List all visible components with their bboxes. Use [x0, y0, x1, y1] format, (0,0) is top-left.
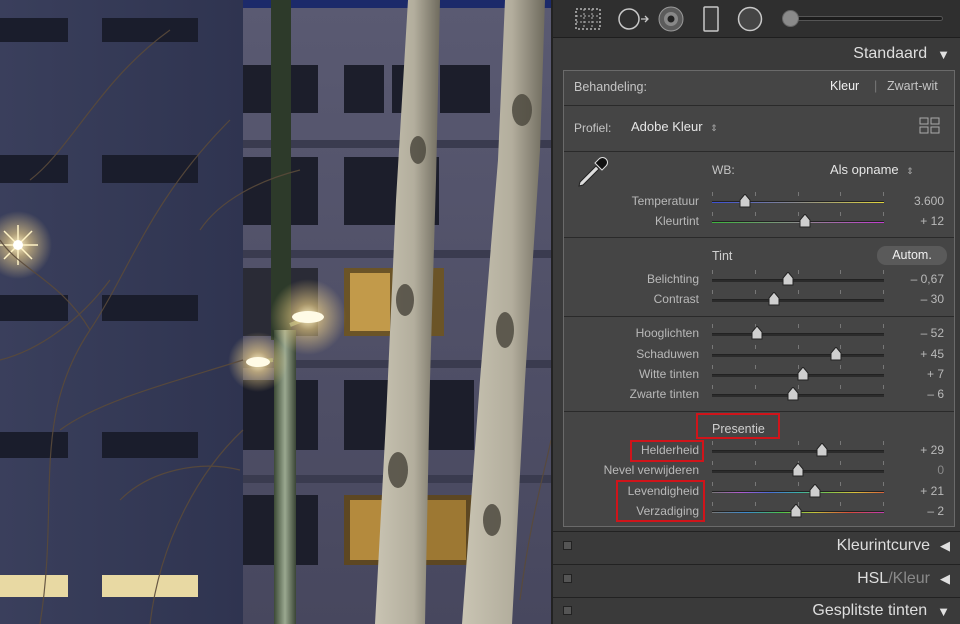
- divider: [564, 237, 954, 238]
- slider-thumb-verzadiging[interactable]: [790, 503, 802, 518]
- panel-switch-icon[interactable]: [563, 573, 572, 583]
- wb-label: WB:: [712, 163, 735, 177]
- profile-label: Profiel:: [574, 121, 612, 135]
- section-title-tone-curve: Kleurintcurve: [836, 536, 930, 554]
- panel-switch-icon[interactable]: [563, 540, 572, 550]
- section-title-split-toning: Gesplitste tinten: [812, 602, 928, 619]
- section-header-tone-curve[interactable]: Kleurintcurve ◀: [553, 531, 960, 559]
- slider-value-hooglichten[interactable]: – 52: [884, 326, 944, 340]
- profile-browser-icon[interactable]: [919, 117, 941, 139]
- red-eye-icon[interactable]: [658, 6, 684, 32]
- slider-thumb-schaduwen[interactable]: [830, 346, 842, 361]
- slider-label-hooglichten[interactable]: Hooglichten: [564, 326, 699, 340]
- slider-ticks: [712, 482, 884, 486]
- auto-tone-button[interactable]: Autom.: [877, 246, 947, 265]
- slider-thumb-levendigheid[interactable]: [809, 483, 821, 498]
- treatment-label: Behandeling:: [574, 80, 647, 94]
- highlight-box-clarity: [630, 440, 704, 462]
- photo-image: [0, 0, 551, 624]
- slider-thumb-helderheid[interactable]: [816, 442, 828, 457]
- slider-value-contrast[interactable]: – 30: [884, 292, 944, 306]
- slider-value-levendigheid[interactable]: + 21: [884, 484, 944, 498]
- slider-value-belichting[interactable]: – 0,67: [884, 272, 944, 286]
- slider-value-zwarte-tinten[interactable]: – 6: [884, 387, 944, 401]
- section-header-split-toning[interactable]: Gesplitste tinten ▼: [553, 597, 960, 624]
- graduated-filter-icon[interactable]: [698, 6, 724, 32]
- section-title-standard: Standaard: [853, 45, 928, 62]
- spot-removal-icon[interactable]: [617, 6, 651, 32]
- tool-strip: [553, 0, 960, 38]
- profile-value: Adobe Kleur: [631, 119, 703, 134]
- slider-value-kleurtint[interactable]: + 12: [884, 214, 944, 228]
- slider-ticks: [712, 290, 884, 294]
- slider-label-kleurtint[interactable]: Kleurtint: [564, 214, 699, 228]
- treatment-separator: |: [874, 79, 878, 93]
- section-header-hsl[interactable]: HSL / Kleur ◀: [553, 564, 960, 592]
- slider-value-nevel[interactable]: 0: [884, 463, 944, 477]
- slider-thumb-contrast[interactable]: [768, 291, 780, 306]
- slider-thumb-zwarte-tinten[interactable]: [787, 386, 799, 401]
- brush-icon[interactable]: [782, 10, 799, 27]
- slider-value-schaduwen[interactable]: + 45: [884, 347, 944, 361]
- panel-switch-icon[interactable]: [563, 606, 572, 615]
- slider-thumb-kleurtint[interactable]: [799, 213, 811, 228]
- slider-thumb-belichting[interactable]: [782, 271, 794, 286]
- slider-track-contrast[interactable]: [712, 299, 884, 302]
- dropdown-chevron-icon: ⇕: [710, 123, 718, 133]
- slider-thumb-nevel[interactable]: [792, 462, 804, 477]
- highlight-box-presence: [696, 413, 780, 439]
- slider-label-schaduwen[interactable]: Schaduwen: [564, 347, 699, 361]
- grid-crop-icon[interactable]: [575, 6, 601, 32]
- treatment-bw-button[interactable]: Zwart-wit: [887, 79, 938, 93]
- slider-label-witte-tinten[interactable]: Witte tinten: [564, 367, 699, 381]
- slider-track-belichting[interactable]: [712, 279, 884, 282]
- triangle-down-icon[interactable]: ▼: [937, 604, 950, 619]
- divider: [564, 316, 954, 317]
- slider-label-zwarte-tinten[interactable]: Zwarte tinten: [564, 387, 699, 401]
- divider: [564, 151, 954, 152]
- slider-value-witte-tinten[interactable]: + 7: [884, 367, 944, 381]
- triangle-down-icon[interactable]: ▼: [937, 47, 950, 62]
- slider-ticks: [712, 441, 884, 445]
- photo-canvas[interactable]: [0, 0, 551, 624]
- slider-track-levendigheid[interactable]: [712, 491, 884, 493]
- brush-size-track[interactable]: [791, 16, 943, 21]
- slider-label-temperatuur[interactable]: Temperatuur: [564, 194, 699, 208]
- slider-label-nevel[interactable]: Nevel verwijderen: [564, 463, 699, 477]
- slider-value-temperatuur[interactable]: 3.600: [884, 194, 944, 208]
- eyedropper-icon[interactable]: [574, 155, 610, 195]
- tone-section-title: Tint: [712, 249, 733, 263]
- triangle-left-icon[interactable]: ◀: [940, 571, 950, 587]
- slider-label-contrast[interactable]: Contrast: [564, 292, 699, 306]
- highlight-box-vibrance-saturation: [616, 480, 705, 522]
- slider-track-hooglichten[interactable]: [712, 333, 884, 336]
- section-header-standard[interactable]: Standaard ▼: [553, 40, 960, 68]
- slider-thumb-temperatuur[interactable]: [739, 193, 751, 208]
- section-title-hsl: HSL: [857, 569, 889, 587]
- treatment-color-button[interactable]: Kleur: [830, 79, 859, 93]
- basic-panel: Behandeling: Kleur | Zwart-wit Profiel: …: [563, 70, 955, 527]
- slider-thumb-witte-tinten[interactable]: [797, 366, 809, 381]
- profile-dropdown[interactable]: Adobe Kleur ⇕: [631, 119, 718, 134]
- slider-label-belichting[interactable]: Belichting: [564, 272, 699, 286]
- slider-value-verzadiging[interactable]: – 2: [884, 504, 944, 518]
- wb-dropdown[interactable]: Als opname ⇕: [830, 162, 914, 177]
- divider: [564, 411, 954, 412]
- slider-value-helderheid[interactable]: + 29: [884, 443, 944, 457]
- slider-ticks: [712, 345, 884, 349]
- develop-right-panel: Standaard ▼ Behandeling: Kleur | Zwart-w…: [551, 0, 960, 624]
- wb-value: Als opname: [830, 162, 899, 177]
- slider-ticks: [712, 270, 884, 274]
- dropdown-chevron-icon: ⇕: [906, 166, 914, 176]
- slider-ticks: [712, 324, 884, 328]
- section-title-color: Kleur: [892, 569, 930, 587]
- slider-track-schaduwen[interactable]: [712, 354, 884, 357]
- divider: [564, 105, 954, 106]
- radial-filter-icon[interactable]: [737, 6, 763, 32]
- slider-thumb-hooglichten[interactable]: [751, 325, 763, 340]
- triangle-left-icon[interactable]: ◀: [940, 538, 950, 554]
- slider-track-helderheid[interactable]: [712, 450, 884, 453]
